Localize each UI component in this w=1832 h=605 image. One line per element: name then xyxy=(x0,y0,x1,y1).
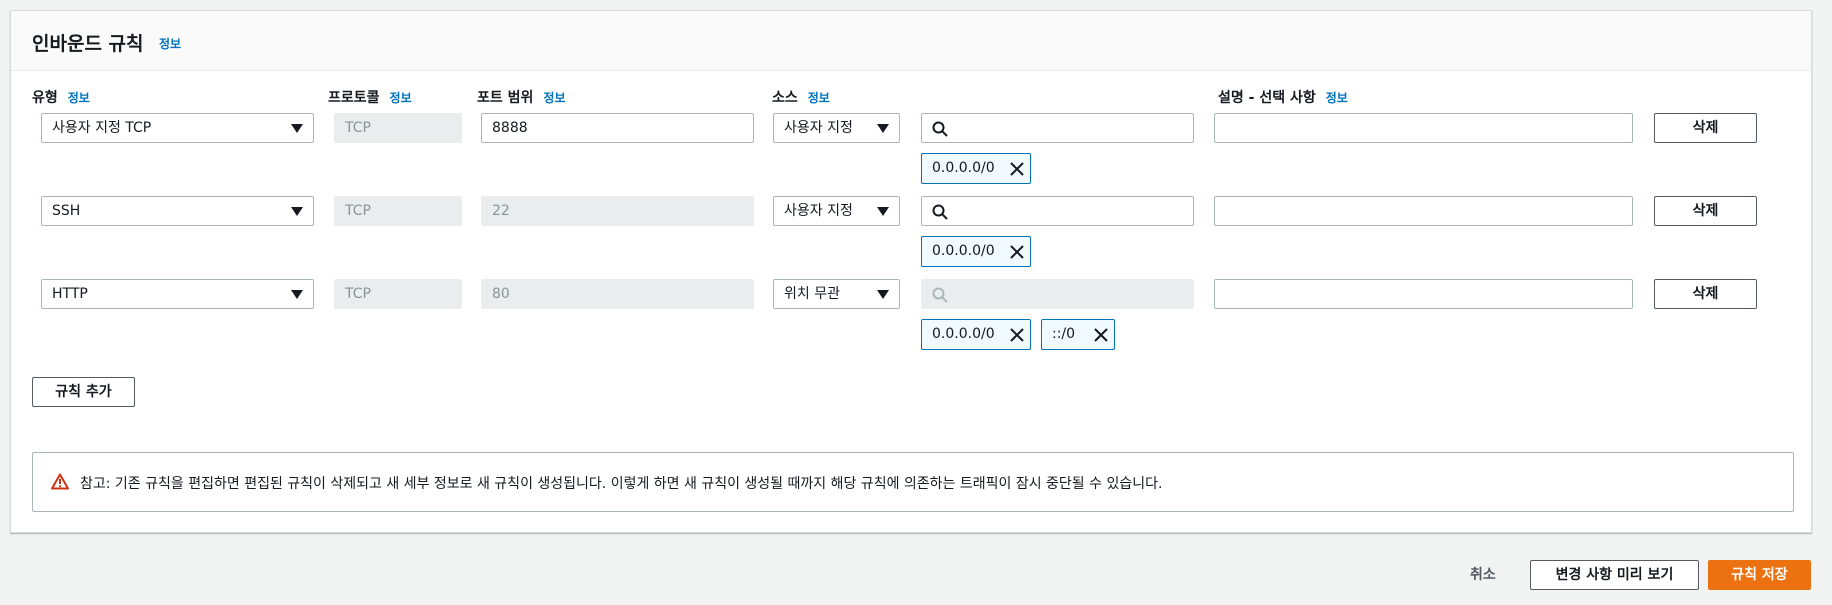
preview-changes-button[interactable]: 변경 사항 미리 보기 xyxy=(1530,560,1699,590)
warning-note: 참고: 기존 규칙을 편집하면 편집된 규칙이 삭제되고 새 세부 정보로 새 … xyxy=(32,452,1794,512)
rule-3-source-token-ipv6: ::/0 xyxy=(1041,319,1115,350)
rule-2-protocol-field: TCP xyxy=(334,196,462,226)
close-icon[interactable] xyxy=(1010,162,1024,176)
search-icon xyxy=(932,204,948,220)
rule-1-delete-button[interactable]: 삭제 xyxy=(1654,113,1757,143)
caret-down-icon xyxy=(877,124,889,133)
rule-3-source-token-ipv4: 0.0.0.0/0 xyxy=(921,319,1031,350)
cancel-button[interactable]: 취소 xyxy=(1470,564,1496,584)
warning-icon xyxy=(51,473,69,490)
caret-down-icon xyxy=(877,290,889,299)
rule-3-delete-button[interactable]: 삭제 xyxy=(1654,279,1757,309)
rule-1-source-select[interactable]: 사용자 지정 xyxy=(773,113,900,143)
rule-1-port-input[interactable]: 8888 xyxy=(481,113,754,143)
close-icon[interactable] xyxy=(1094,328,1108,342)
col-label-source: 소스 정보 xyxy=(772,90,830,106)
rule-2-source-search-input[interactable] xyxy=(921,196,1194,226)
caret-down-icon xyxy=(291,207,303,216)
rule-3-source-search-input xyxy=(921,279,1194,309)
caret-down-icon xyxy=(877,207,889,216)
col-label-port-range: 포트 범위 정보 xyxy=(477,90,566,106)
section-title: 인바운드 규칙 xyxy=(32,33,144,55)
panel-header: 인바운드 규칙 정보 xyxy=(11,11,1811,71)
type-info-link[interactable]: 정보 xyxy=(68,91,90,105)
protocol-info-link[interactable]: 정보 xyxy=(390,91,412,105)
rule-3-protocol-field: TCP xyxy=(334,279,462,309)
rule-2-description-input[interactable] xyxy=(1214,196,1633,226)
rule-1-source-token: 0.0.0.0/0 xyxy=(921,153,1031,184)
rule-3-source-select[interactable]: 위치 무관 xyxy=(773,279,900,309)
rule-2-source-select[interactable]: 사용자 지정 xyxy=(773,196,900,226)
rule-2-port-field: 22 xyxy=(481,196,754,226)
search-icon xyxy=(932,287,948,303)
rule-3-type-select[interactable]: HTTP xyxy=(41,279,314,309)
rule-1-protocol-field: TCP xyxy=(334,113,462,143)
rule-1-type-select[interactable]: 사용자 지정 TCP xyxy=(41,113,314,143)
rule-2-delete-button[interactable]: 삭제 xyxy=(1654,196,1757,226)
rule-1-source-search-input[interactable] xyxy=(921,113,1194,143)
rule-2-type-select[interactable]: SSH xyxy=(41,196,314,226)
close-icon[interactable] xyxy=(1010,245,1024,259)
caret-down-icon xyxy=(291,124,303,133)
close-icon[interactable] xyxy=(1010,328,1024,342)
caret-down-icon xyxy=(291,290,303,299)
description-info-link[interactable]: 정보 xyxy=(1326,91,1348,105)
note-text: 참고: 기존 규칙을 편집하면 편집된 규칙이 삭제되고 새 세부 정보로 새 … xyxy=(80,476,1163,492)
rule-1-description-input[interactable] xyxy=(1214,113,1633,143)
port-info-link[interactable]: 정보 xyxy=(543,91,565,105)
col-label-type: 유형 정보 xyxy=(32,90,90,106)
inbound-rules-panel: 인바운드 규칙 정보 유형 정보 프로토콜 정보 포트 범위 정보 소스 정보 설명 -… xyxy=(10,10,1812,533)
search-icon xyxy=(932,121,948,137)
add-rule-button[interactable]: 규칙 추가 xyxy=(32,377,135,407)
rule-3-description-input[interactable] xyxy=(1214,279,1633,309)
section-info-link[interactable]: 정보 xyxy=(159,35,181,52)
col-label-description: 설명 - 선택 사항 정보 xyxy=(1218,90,1348,106)
rule-2-source-token: 0.0.0.0/0 xyxy=(921,236,1031,267)
source-info-link[interactable]: 정보 xyxy=(808,91,830,105)
rule-3-port-field: 80 xyxy=(481,279,754,309)
col-label-protocol: 프로토콜 정보 xyxy=(328,90,412,106)
save-rules-button[interactable]: 규칙 저장 xyxy=(1708,560,1811,590)
